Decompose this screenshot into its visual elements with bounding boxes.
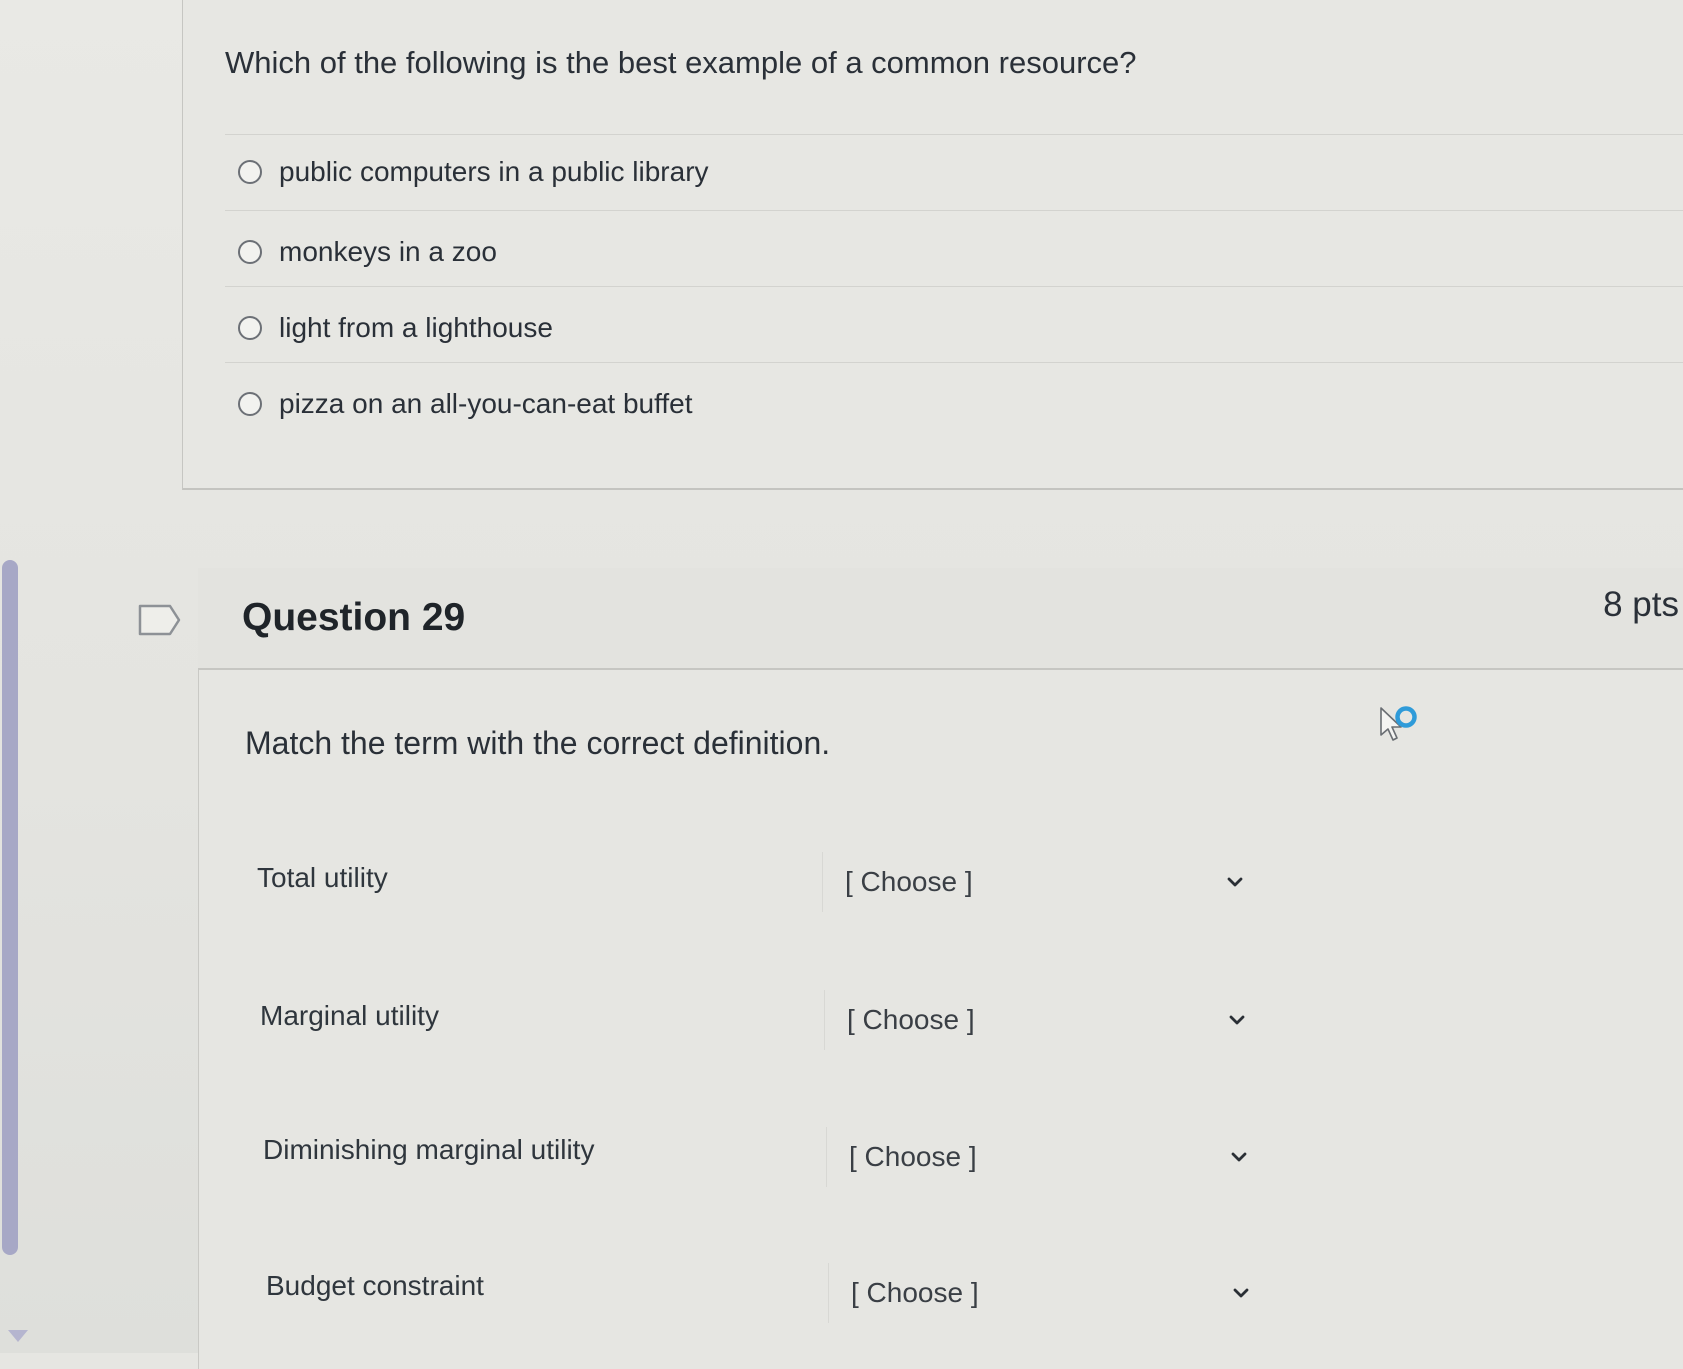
mouse-cursor-icon [1380, 706, 1417, 741]
question-card [198, 568, 1683, 1369]
radio-icon[interactable] [238, 240, 262, 264]
radio-icon[interactable] [238, 160, 262, 184]
select-value: [ Choose ] [849, 1141, 977, 1172]
option-monkeys-zoo[interactable]: monkeys in a zoo [238, 236, 497, 268]
option-label: light from a lighthouse [279, 312, 553, 343]
match-term-budget-constraint: Budget constraint [266, 1270, 484, 1301]
question-prompt: Match the term with the correct definiti… [245, 725, 831, 761]
match-term-total-utility: Total utility [257, 862, 388, 893]
select-budget-constraint[interactable]: [ Choose ] [828, 1263, 1258, 1323]
chevron-down-icon[interactable] [1232, 1284, 1250, 1302]
select-diminishing-marginal-utility[interactable]: [ Choose ] [826, 1127, 1256, 1187]
option-divider [225, 362, 1683, 363]
quiz-page: Which of the following is the best examp… [0, 0, 1683, 1369]
select-value: [ Choose ] [847, 1004, 975, 1035]
option-lighthouse[interactable]: light from a lighthouse [238, 312, 553, 344]
radio-icon[interactable] [238, 316, 262, 340]
match-term-diminishing-marginal-utility: Diminishing marginal utility [263, 1134, 595, 1165]
select-value: [ Choose ] [851, 1277, 979, 1308]
option-divider [225, 210, 1683, 211]
flag-icon[interactable] [138, 604, 182, 636]
option-divider [225, 286, 1683, 287]
match-term-marginal-utility: Marginal utility [260, 1000, 439, 1031]
select-value: [ Choose ] [845, 866, 973, 897]
select-marginal-utility[interactable]: [ Choose ] [824, 990, 1254, 1050]
chevron-down-icon[interactable] [1230, 1148, 1248, 1166]
question-title: Question 29 [242, 596, 466, 639]
radio-icon[interactable] [238, 392, 262, 416]
option-label: monkeys in a zoo [279, 236, 497, 267]
question-points: 8 pts [1603, 585, 1679, 624]
option-divider [225, 134, 1683, 135]
scroll-down-arrow-icon[interactable] [8, 1330, 28, 1342]
option-pizza-buffet[interactable]: pizza on an all-you-can-eat buffet [238, 388, 693, 420]
option-label: public computers in a public library [279, 156, 709, 187]
page-scrollbar[interactable] [2, 560, 18, 1255]
chevron-down-icon[interactable] [1226, 873, 1244, 891]
chevron-down-icon[interactable] [1228, 1011, 1246, 1029]
previous-question-text: Which of the following is the best examp… [225, 45, 1137, 80]
option-public-computers[interactable]: public computers in a public library [238, 156, 709, 188]
option-label: pizza on an all-you-can-eat buffet [279, 388, 693, 419]
select-total-utility[interactable]: [ Choose ] [822, 852, 1252, 912]
